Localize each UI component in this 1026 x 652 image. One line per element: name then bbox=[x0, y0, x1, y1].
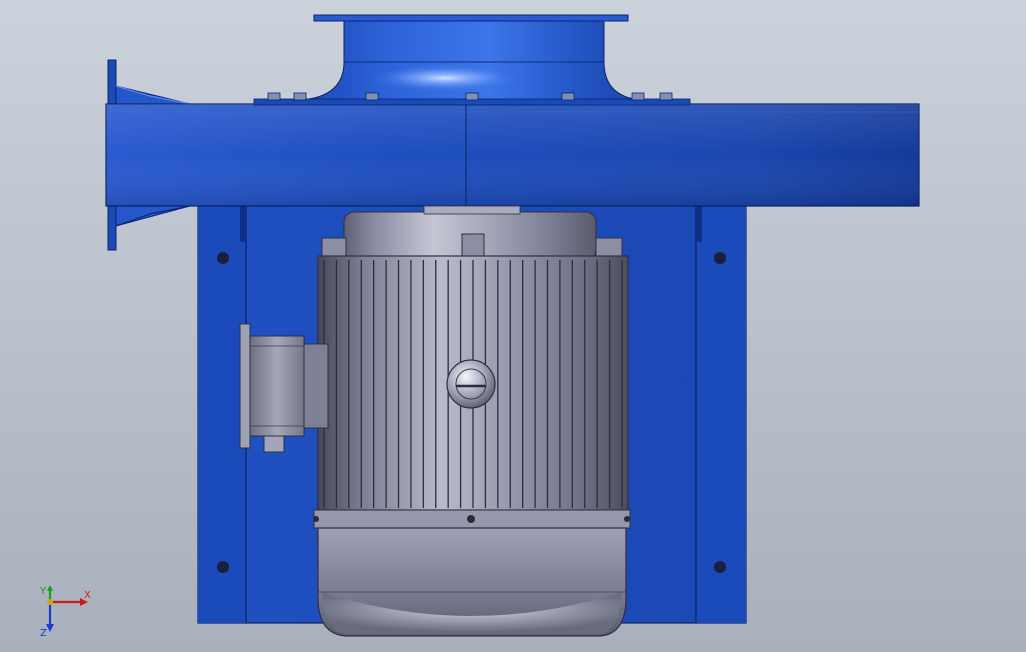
scroll-casing bbox=[105, 103, 920, 207]
coordinate-triad-icon: X Y Z bbox=[39, 586, 91, 638]
axis-z-label: Z bbox=[40, 628, 47, 638]
bolt-hole bbox=[714, 561, 726, 573]
bolt-hole bbox=[217, 252, 229, 264]
bolt-hole bbox=[217, 561, 229, 573]
axis-x-label: X bbox=[84, 590, 91, 601]
model-render[interactable] bbox=[0, 0, 1026, 652]
motor-badge bbox=[446, 359, 496, 409]
graphics-viewport[interactable]: X Y Z bbox=[0, 0, 1026, 652]
bolt-hole bbox=[714, 252, 726, 264]
axis-y-label: Y bbox=[39, 586, 47, 597]
